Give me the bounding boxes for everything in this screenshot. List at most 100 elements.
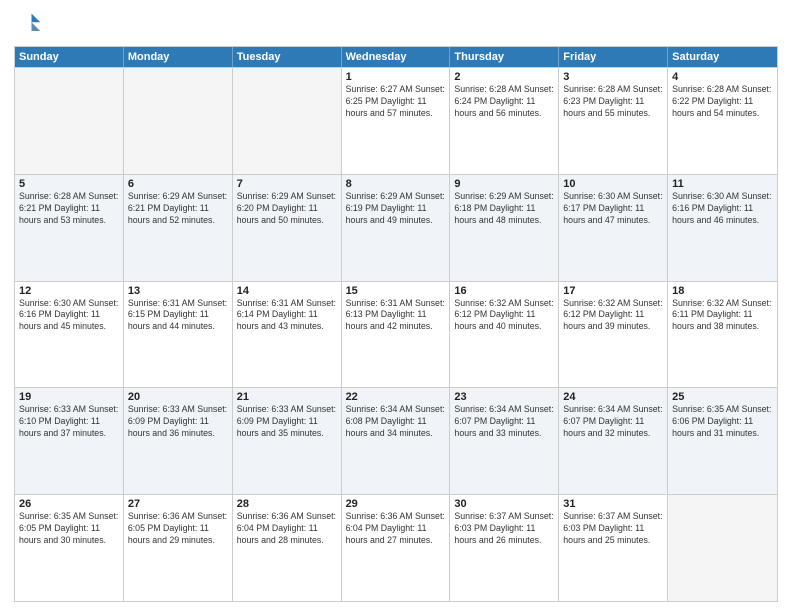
cell-info: Sunrise: 6:37 AM Sunset: 6:03 PM Dayligh…	[454, 511, 554, 547]
calendar-cell: 12Sunrise: 6:30 AM Sunset: 6:16 PM Dayli…	[15, 282, 124, 388]
day-number: 22	[346, 391, 446, 403]
day-number: 15	[346, 285, 446, 297]
cell-info: Sunrise: 6:36 AM Sunset: 6:05 PM Dayligh…	[128, 511, 228, 547]
day-number: 31	[563, 498, 663, 510]
cell-info: Sunrise: 6:30 AM Sunset: 6:16 PM Dayligh…	[19, 298, 119, 334]
cell-info: Sunrise: 6:35 AM Sunset: 6:06 PM Dayligh…	[672, 404, 773, 440]
cell-info: Sunrise: 6:37 AM Sunset: 6:03 PM Dayligh…	[563, 511, 663, 547]
calendar-cell: 30Sunrise: 6:37 AM Sunset: 6:03 PM Dayli…	[450, 495, 559, 601]
calendar-cell: 3Sunrise: 6:28 AM Sunset: 6:23 PM Daylig…	[559, 68, 668, 174]
cell-info: Sunrise: 6:28 AM Sunset: 6:24 PM Dayligh…	[454, 84, 554, 120]
cell-info: Sunrise: 6:33 AM Sunset: 6:09 PM Dayligh…	[128, 404, 228, 440]
calendar-cell: 5Sunrise: 6:28 AM Sunset: 6:21 PM Daylig…	[15, 175, 124, 281]
calendar-cell: 17Sunrise: 6:32 AM Sunset: 6:12 PM Dayli…	[559, 282, 668, 388]
day-number: 28	[237, 498, 337, 510]
calendar-cell: 20Sunrise: 6:33 AM Sunset: 6:09 PM Dayli…	[124, 388, 233, 494]
weekday-header-thursday: Thursday	[450, 47, 559, 67]
calendar-cell: 18Sunrise: 6:32 AM Sunset: 6:11 PM Dayli…	[668, 282, 777, 388]
page: SundayMondayTuesdayWednesdayThursdayFrid…	[0, 0, 792, 612]
cell-info: Sunrise: 6:27 AM Sunset: 6:25 PM Dayligh…	[346, 84, 446, 120]
calendar-cell: 4Sunrise: 6:28 AM Sunset: 6:22 PM Daylig…	[668, 68, 777, 174]
calendar-row: 19Sunrise: 6:33 AM Sunset: 6:10 PM Dayli…	[15, 387, 777, 494]
cell-info: Sunrise: 6:34 AM Sunset: 6:07 PM Dayligh…	[563, 404, 663, 440]
day-number: 26	[19, 498, 119, 510]
day-number: 11	[672, 178, 773, 190]
calendar-cell: 25Sunrise: 6:35 AM Sunset: 6:06 PM Dayli…	[668, 388, 777, 494]
cell-info: Sunrise: 6:29 AM Sunset: 6:19 PM Dayligh…	[346, 191, 446, 227]
cell-info: Sunrise: 6:33 AM Sunset: 6:10 PM Dayligh…	[19, 404, 119, 440]
day-number: 17	[563, 285, 663, 297]
logo-icon	[14, 10, 42, 38]
day-number: 8	[346, 178, 446, 190]
logo	[14, 10, 46, 38]
header	[14, 10, 778, 38]
calendar-cell	[124, 68, 233, 174]
day-number: 25	[672, 391, 773, 403]
calendar-cell: 28Sunrise: 6:36 AM Sunset: 6:04 PM Dayli…	[233, 495, 342, 601]
day-number: 4	[672, 71, 773, 83]
day-number: 21	[237, 391, 337, 403]
calendar-cell: 29Sunrise: 6:36 AM Sunset: 6:04 PM Dayli…	[342, 495, 451, 601]
day-number: 5	[19, 178, 119, 190]
day-number: 18	[672, 285, 773, 297]
calendar-cell: 13Sunrise: 6:31 AM Sunset: 6:15 PM Dayli…	[124, 282, 233, 388]
day-number: 19	[19, 391, 119, 403]
day-number: 3	[563, 71, 663, 83]
day-number: 2	[454, 71, 554, 83]
calendar-cell: 10Sunrise: 6:30 AM Sunset: 6:17 PM Dayli…	[559, 175, 668, 281]
cell-info: Sunrise: 6:28 AM Sunset: 6:21 PM Dayligh…	[19, 191, 119, 227]
day-number: 9	[454, 178, 554, 190]
day-number: 12	[19, 285, 119, 297]
cell-info: Sunrise: 6:31 AM Sunset: 6:13 PM Dayligh…	[346, 298, 446, 334]
calendar-cell: 2Sunrise: 6:28 AM Sunset: 6:24 PM Daylig…	[450, 68, 559, 174]
day-number: 29	[346, 498, 446, 510]
calendar-row: 5Sunrise: 6:28 AM Sunset: 6:21 PM Daylig…	[15, 174, 777, 281]
calendar-cell: 16Sunrise: 6:32 AM Sunset: 6:12 PM Dayli…	[450, 282, 559, 388]
cell-info: Sunrise: 6:35 AM Sunset: 6:05 PM Dayligh…	[19, 511, 119, 547]
calendar-cell: 22Sunrise: 6:34 AM Sunset: 6:08 PM Dayli…	[342, 388, 451, 494]
calendar-body: 1Sunrise: 6:27 AM Sunset: 6:25 PM Daylig…	[15, 67, 777, 601]
cell-info: Sunrise: 6:33 AM Sunset: 6:09 PM Dayligh…	[237, 404, 337, 440]
calendar-cell: 11Sunrise: 6:30 AM Sunset: 6:16 PM Dayli…	[668, 175, 777, 281]
day-number: 14	[237, 285, 337, 297]
cell-info: Sunrise: 6:32 AM Sunset: 6:12 PM Dayligh…	[563, 298, 663, 334]
day-number: 7	[237, 178, 337, 190]
cell-info: Sunrise: 6:32 AM Sunset: 6:12 PM Dayligh…	[454, 298, 554, 334]
calendar-cell	[233, 68, 342, 174]
day-number: 27	[128, 498, 228, 510]
cell-info: Sunrise: 6:31 AM Sunset: 6:15 PM Dayligh…	[128, 298, 228, 334]
calendar-cell: 9Sunrise: 6:29 AM Sunset: 6:18 PM Daylig…	[450, 175, 559, 281]
cell-info: Sunrise: 6:32 AM Sunset: 6:11 PM Dayligh…	[672, 298, 773, 334]
calendar-cell: 26Sunrise: 6:35 AM Sunset: 6:05 PM Dayli…	[15, 495, 124, 601]
calendar-row: 1Sunrise: 6:27 AM Sunset: 6:25 PM Daylig…	[15, 67, 777, 174]
calendar-cell: 24Sunrise: 6:34 AM Sunset: 6:07 PM Dayli…	[559, 388, 668, 494]
calendar-cell: 1Sunrise: 6:27 AM Sunset: 6:25 PM Daylig…	[342, 68, 451, 174]
day-number: 1	[346, 71, 446, 83]
weekday-header-wednesday: Wednesday	[342, 47, 451, 67]
calendar-cell: 21Sunrise: 6:33 AM Sunset: 6:09 PM Dayli…	[233, 388, 342, 494]
day-number: 6	[128, 178, 228, 190]
calendar-cell: 7Sunrise: 6:29 AM Sunset: 6:20 PM Daylig…	[233, 175, 342, 281]
day-number: 13	[128, 285, 228, 297]
calendar-cell: 8Sunrise: 6:29 AM Sunset: 6:19 PM Daylig…	[342, 175, 451, 281]
weekday-header-tuesday: Tuesday	[233, 47, 342, 67]
cell-info: Sunrise: 6:30 AM Sunset: 6:17 PM Dayligh…	[563, 191, 663, 227]
calendar-cell: 14Sunrise: 6:31 AM Sunset: 6:14 PM Dayli…	[233, 282, 342, 388]
calendar-cell	[15, 68, 124, 174]
cell-info: Sunrise: 6:28 AM Sunset: 6:22 PM Dayligh…	[672, 84, 773, 120]
day-number: 30	[454, 498, 554, 510]
day-number: 10	[563, 178, 663, 190]
day-number: 23	[454, 391, 554, 403]
day-number: 16	[454, 285, 554, 297]
cell-info: Sunrise: 6:29 AM Sunset: 6:21 PM Dayligh…	[128, 191, 228, 227]
cell-info: Sunrise: 6:31 AM Sunset: 6:14 PM Dayligh…	[237, 298, 337, 334]
calendar-cell: 23Sunrise: 6:34 AM Sunset: 6:07 PM Dayli…	[450, 388, 559, 494]
calendar-cell	[668, 495, 777, 601]
calendar-header: SundayMondayTuesdayWednesdayThursdayFrid…	[15, 47, 777, 67]
calendar-row: 26Sunrise: 6:35 AM Sunset: 6:05 PM Dayli…	[15, 494, 777, 601]
calendar-row: 12Sunrise: 6:30 AM Sunset: 6:16 PM Dayli…	[15, 281, 777, 388]
cell-info: Sunrise: 6:34 AM Sunset: 6:08 PM Dayligh…	[346, 404, 446, 440]
cell-info: Sunrise: 6:29 AM Sunset: 6:18 PM Dayligh…	[454, 191, 554, 227]
cell-info: Sunrise: 6:36 AM Sunset: 6:04 PM Dayligh…	[346, 511, 446, 547]
calendar-cell: 19Sunrise: 6:33 AM Sunset: 6:10 PM Dayli…	[15, 388, 124, 494]
